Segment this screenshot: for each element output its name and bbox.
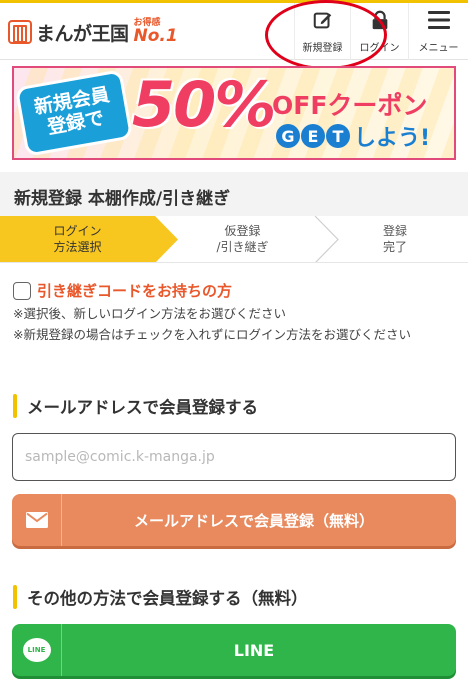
banner-get-letter: T [326, 124, 350, 148]
mail-icon [12, 494, 62, 546]
login-label: ログイン [359, 43, 400, 54]
line-register-label: LINE [233, 640, 275, 660]
email-section-heading: メールアドレスで会員登録する [13, 394, 258, 418]
banner-percent: 50% [132, 68, 276, 141]
transfer-code-checkbox[interactable]: 引き継ぎコードをお持ちの方 [13, 280, 232, 301]
checkbox-box[interactable] [13, 281, 31, 300]
banner-get-rest: しよう! [354, 126, 431, 151]
email-section-title: メールアドレスで会員登録する [27, 398, 258, 417]
banner-get-letter: E [301, 124, 325, 148]
other-section-heading: その他の方法で会員登録する（無料） [13, 585, 308, 609]
step-login-method: ログイン 方法選択 [0, 216, 155, 263]
transfer-note-1: ※選択後、新しいログイン方法をお選びください [13, 306, 286, 321]
email-register-label: メールアドレスで会員登録（無料） [133, 511, 374, 530]
signup-label: 新規登録 [302, 43, 343, 54]
page-title-bar: 新規登録 本棚作成/引き継ぎ [0, 172, 468, 216]
email-input[interactable] [12, 433, 456, 481]
transfer-note-2: ※新規登録の場合はチェックを入れずにログイン方法をお選びください [13, 327, 411, 342]
menu-label: メニュー [418, 43, 459, 54]
page-title: 新規登録 本棚作成/引き継ぎ [14, 189, 231, 209]
progress-steps: ログイン 方法選択 仮登録 /引き継ぎ 登録 完了 [0, 216, 468, 263]
email-register-button[interactable]: メールアドレスで会員登録（無料） [12, 494, 456, 546]
step-label: 仮登録 /引き継ぎ [216, 223, 269, 254]
line-register-button[interactable]: LINE LINE [12, 624, 456, 676]
lock-icon [369, 9, 391, 35]
line-bubble: LINE [22, 638, 51, 662]
coupon-banner[interactable]: 新規会員 登録で 50% OFFクーポン G E T しよう! [12, 66, 456, 160]
menu-button[interactable]: メニュー [408, 3, 468, 60]
step-complete: 登録 完了 [330, 216, 460, 263]
hamburger-icon [427, 9, 451, 35]
site-logo[interactable]: まんが王国 お得感 No.1 [8, 17, 178, 47]
login-button[interactable]: ログイン [350, 3, 408, 60]
signup-button[interactable]: 新規登録 [294, 3, 350, 60]
edit-icon [312, 9, 334, 35]
logo-badge-bottom: No.1 [133, 26, 178, 46]
logo-book-icon [8, 20, 32, 44]
heading-accent-bar [13, 394, 17, 418]
transfer-code-label[interactable]: 引き継ぎコードをお持ちの方 [37, 280, 232, 301]
banner-get-letter: G [276, 124, 300, 148]
banner-get: G E T しよう! [276, 120, 430, 152]
step-label: ログイン 方法選択 [53, 223, 102, 254]
line-icon: LINE [12, 624, 62, 676]
logo-badge: お得感 No.1 [134, 19, 178, 45]
banner-off-text: OFFクーポン [272, 91, 428, 120]
other-section-title: その他の方法で会員登録する（無料） [27, 589, 308, 608]
step-provisional: 仮登録 /引き継ぎ [170, 216, 315, 263]
site-header: まんが王国 お得感 No.1 新規登録 ログイン メニュー [0, 3, 468, 60]
step-label: 登録 完了 [382, 223, 407, 254]
heading-accent-bar [13, 585, 17, 609]
logo-text: まんが王国 [36, 22, 129, 45]
